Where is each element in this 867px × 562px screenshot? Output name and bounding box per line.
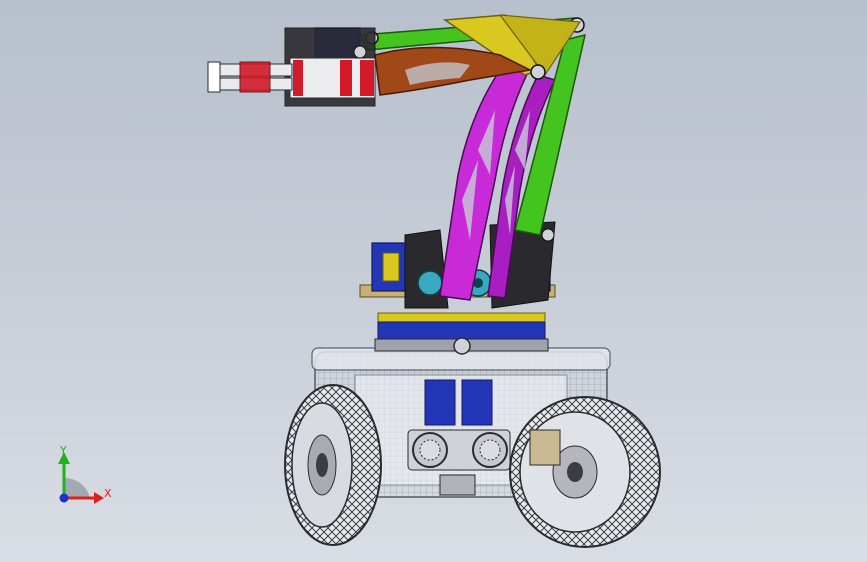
cad-viewport[interactable]: Y X (0, 0, 867, 562)
battery-servo-right[interactable] (461, 379, 493, 426)
base-bolt[interactable] (453, 337, 471, 355)
shoulder-servo-left[interactable] (371, 242, 411, 292)
gripper[interactable] (207, 61, 293, 93)
z-axis-dot-icon (59, 493, 69, 503)
x-axis-label: X (104, 487, 112, 500)
elbow-pivot-bolt[interactable] (541, 228, 555, 242)
battery-servo-left[interactable] (424, 379, 456, 426)
wrist-assembly[interactable] (284, 27, 376, 107)
wrist-pivot-bolt[interactable] (353, 45, 367, 59)
wheel-left[interactable] (284, 384, 382, 546)
coordinate-triad: Y X (58, 444, 112, 504)
model-canvas[interactable]: Y X (0, 0, 867, 562)
wheel-right[interactable] (509, 396, 661, 548)
shoulder-pivot-left[interactable] (417, 270, 443, 296)
caster-mount[interactable] (439, 474, 476, 496)
elbow-joint-bolt[interactable] (530, 64, 546, 80)
x-axis-arrow-icon (94, 492, 104, 504)
y-axis-label: Y (59, 444, 67, 457)
wheel-motor-bracket[interactable] (529, 429, 561, 466)
